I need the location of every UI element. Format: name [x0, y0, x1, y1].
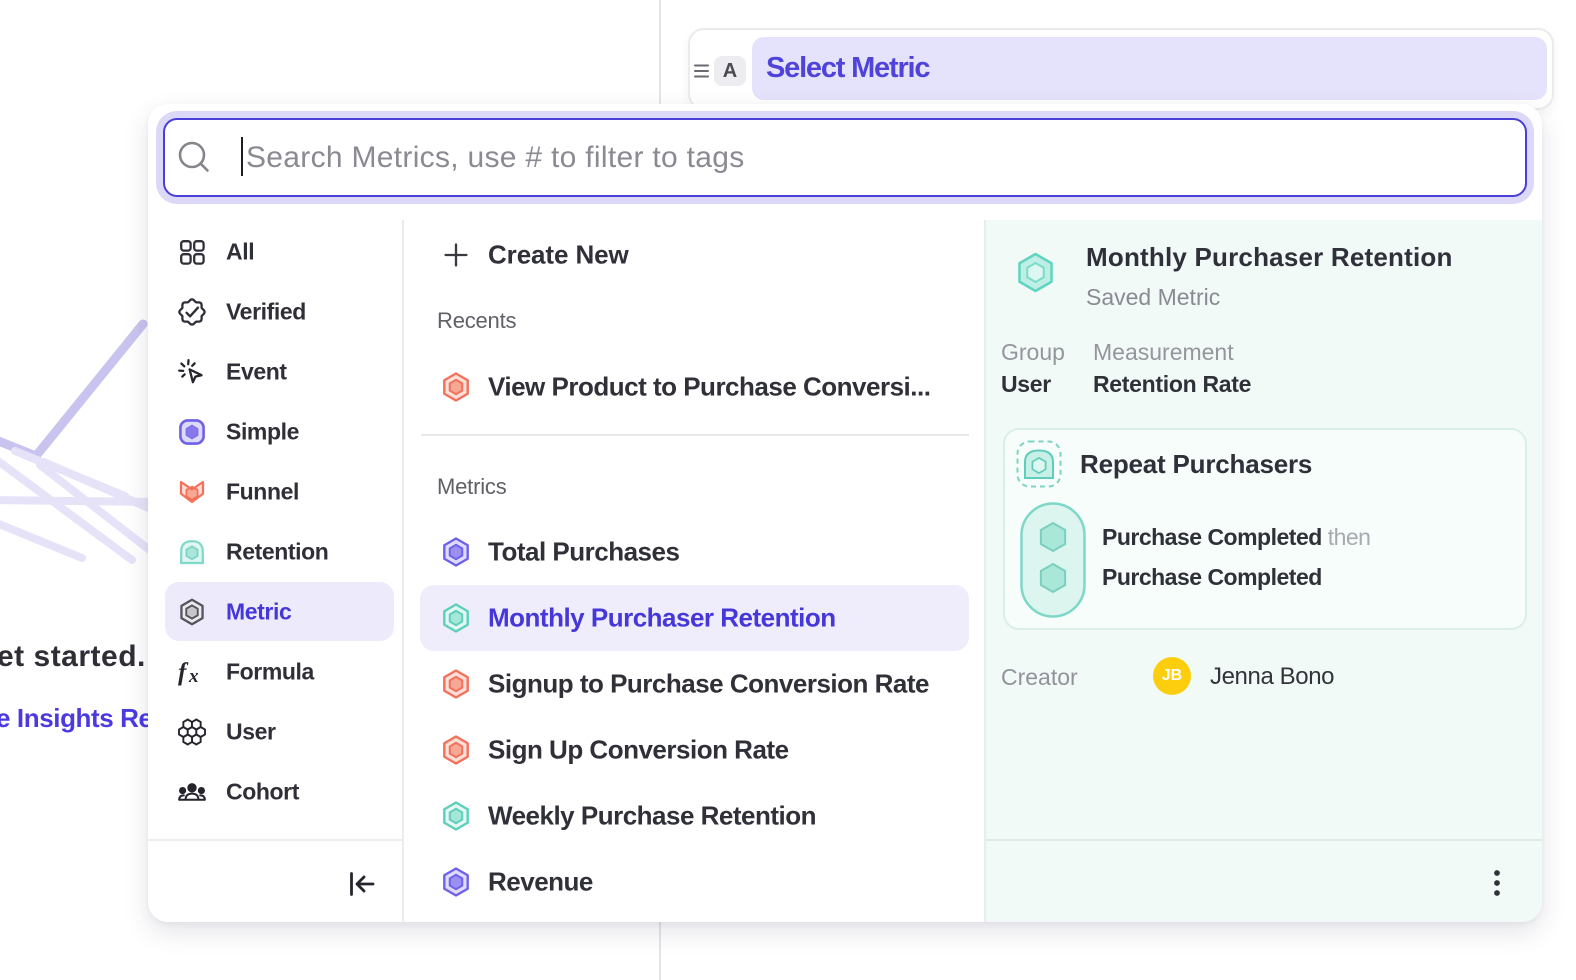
svg-text:x: x — [188, 666, 199, 686]
svg-text:f: f — [178, 659, 189, 686]
